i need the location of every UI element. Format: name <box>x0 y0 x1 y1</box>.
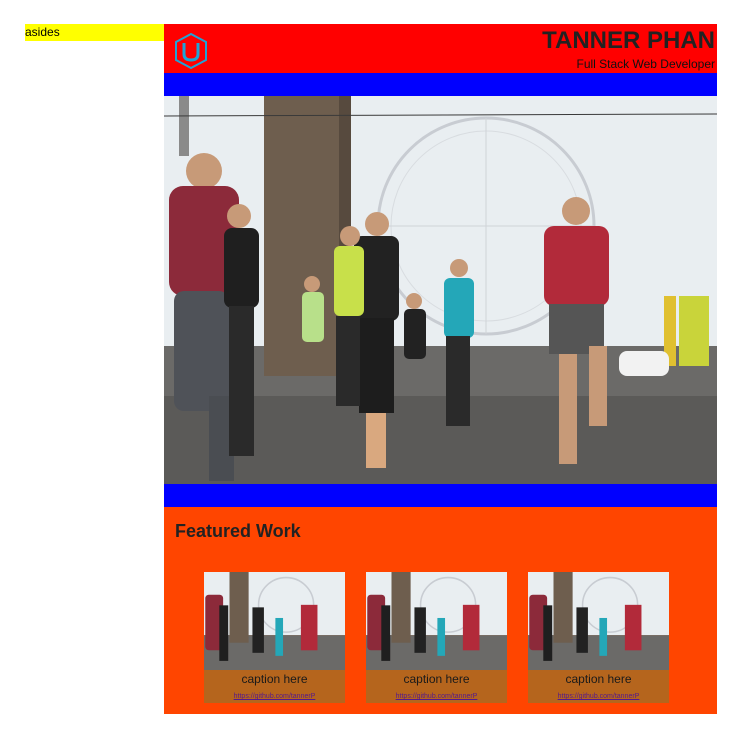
runners-thumbnail <box>366 572 507 670</box>
card-image[interactable] <box>204 572 345 670</box>
card-image[interactable] <box>528 572 669 670</box>
main-content: TANNER PHAN Full Stack Web Developer Fea… <box>164 24 717 714</box>
blue-bar-bottom <box>164 484 717 507</box>
runners-thumbnail <box>204 572 345 670</box>
card-link[interactable]: https://github.com/tannerP <box>528 692 669 701</box>
work-card[interactable]: caption here https://github.com/tannerP <box>204 572 345 703</box>
page-title: TANNER PHAN <box>542 27 715 54</box>
card-caption: caption here <box>403 672 470 686</box>
card-caption: caption here <box>241 672 308 686</box>
featured-work-section: Featured Work caption here https://githu… <box>164 507 717 714</box>
card-link[interactable]: https://github.com/tannerP <box>366 692 507 701</box>
work-card[interactable]: caption here https://github.com/tannerP <box>528 572 669 703</box>
blue-bar-top <box>164 73 717 96</box>
runners-photo <box>164 96 717 484</box>
udacity-logo-icon[interactable] <box>172 32 210 70</box>
work-card[interactable]: caption here https://github.com/tannerP <box>366 572 507 703</box>
runners-thumbnail <box>528 572 669 670</box>
header: TANNER PHAN Full Stack Web Developer <box>164 24 717 73</box>
card-link[interactable]: https://github.com/tannerP <box>204 692 345 701</box>
page-subtitle: Full Stack Web Developer <box>576 57 715 71</box>
card-image[interactable] <box>366 572 507 670</box>
section-title: Featured Work <box>175 521 301 541</box>
card-caption: caption here <box>565 672 632 686</box>
hero-image <box>164 96 717 484</box>
aside-label: asides <box>25 24 164 41</box>
